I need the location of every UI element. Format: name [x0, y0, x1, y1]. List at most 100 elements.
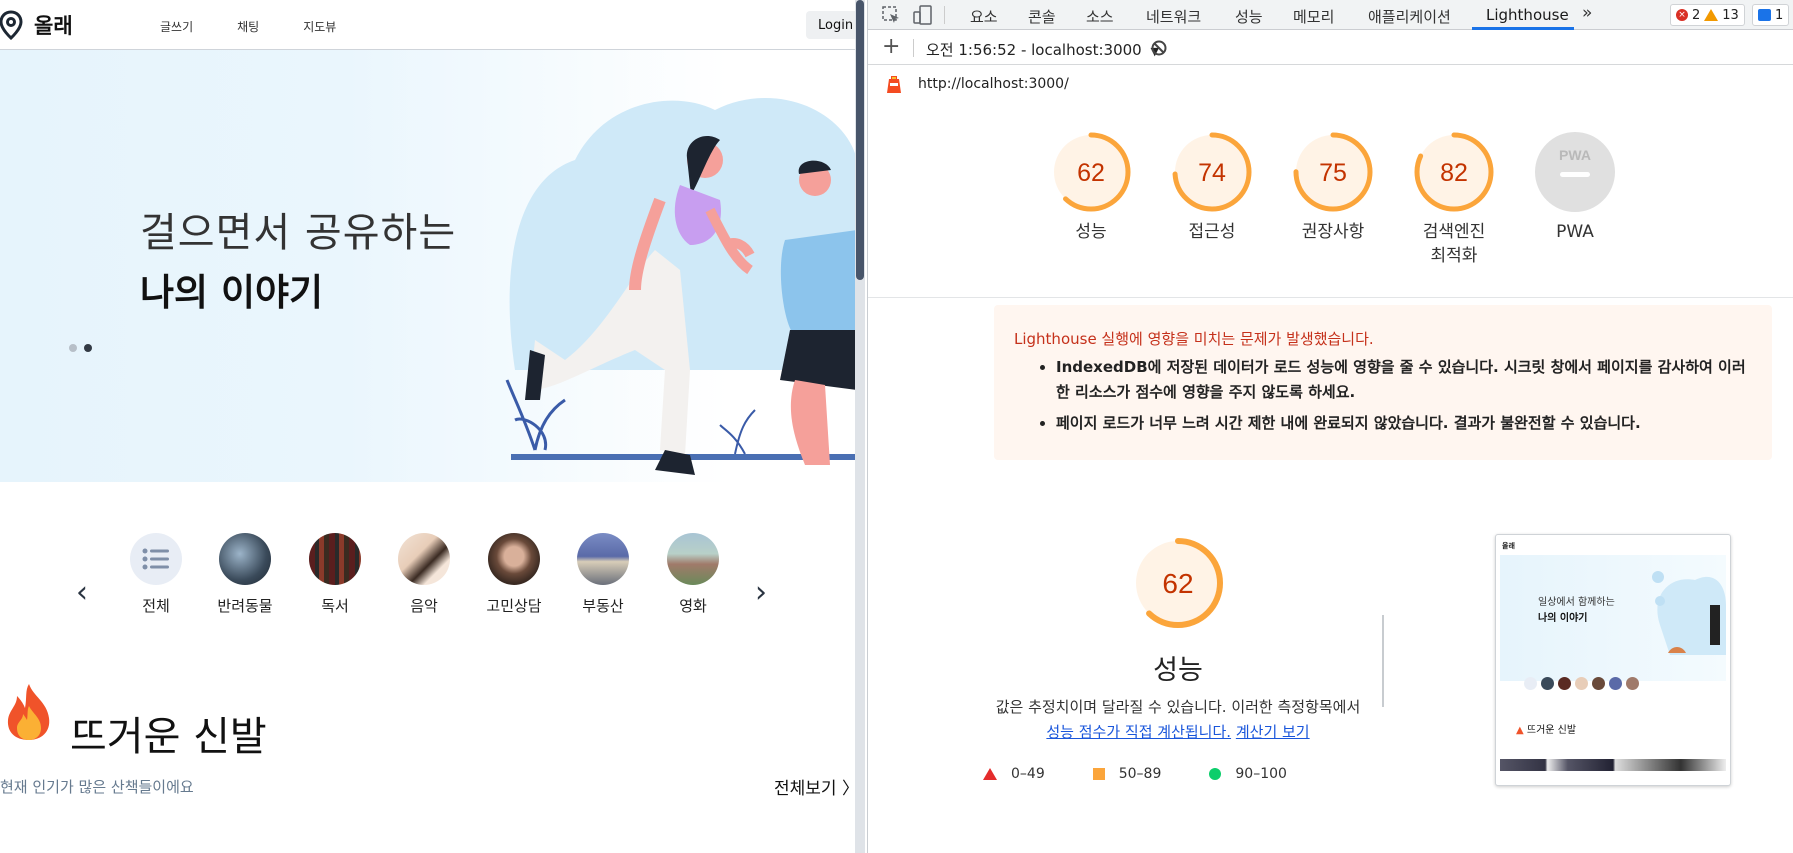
gauge-label: 성능	[1075, 222, 1107, 242]
chevron-right-icon[interactable]: ›	[755, 575, 767, 610]
category-movies[interactable]: 영화	[651, 533, 735, 616]
thumb-hot-title: ▲ 뜨거운 신발	[1516, 721, 1576, 736]
thumb-category	[1626, 677, 1639, 690]
carousel-dot[interactable]	[69, 344, 77, 352]
login-button[interactable]: Login	[806, 11, 857, 39]
gauge-pwa[interactable]: PWA PWA	[1515, 130, 1635, 244]
list-icon	[130, 533, 182, 585]
messages-badge[interactable]: 1	[1752, 4, 1790, 26]
tab-elements[interactable]: 요소	[970, 6, 998, 27]
score-gauges: 62 성능 74 접근성 75 권장사항 82 검색엔진 최적화 PWA PWA	[868, 103, 1793, 298]
calculator-link[interactable]: 계산기 보기	[1236, 723, 1310, 741]
circle-icon	[1209, 768, 1222, 780]
app-scrollbar[interactable]	[855, 0, 865, 853]
tab-console[interactable]: 콘솔	[1028, 6, 1056, 27]
thumb-logo: 올래	[1502, 542, 1515, 550]
triangle-icon	[983, 768, 997, 780]
hero-title-line2: 나의 이야기	[140, 271, 324, 314]
report-selector-label: 오전 1:56:52 - localhost:3000	[926, 41, 1142, 59]
app-viewport: 올래 글쓰기 채팅 지도뷰 Login 걸으면서 공유하는 나의 이야기 ‹ 전…	[0, 0, 857, 853]
nav-write[interactable]: 글쓰기	[160, 18, 193, 35]
gauge-label: 권장사항	[1301, 222, 1365, 242]
warning-item: IndexedDB에 저장된 데이터가 로드 성능에 영향을 줄 수 있습니다.…	[1056, 355, 1756, 405]
scrollbar-thumb[interactable]	[856, 0, 864, 280]
category-music[interactable]: 음악	[382, 533, 466, 616]
clear-reports-icon[interactable]	[1150, 39, 1168, 57]
error-icon: ×	[1676, 9, 1688, 21]
legend-average: 50–89	[1092, 766, 1161, 782]
device-toolbar-icon[interactable]	[912, 4, 934, 26]
lighthouse-icon	[887, 76, 901, 93]
category-label: 반려동물	[217, 597, 273, 615]
app-header: 올래 글쓰기 채팅 지도뷰 Login	[0, 0, 857, 50]
performance-description: 값은 추정치이며 달라질 수 있습니다. 이러한 측정항목에서 성능 점수가 직…	[928, 695, 1428, 745]
svg-text:PWA: PWA	[1559, 147, 1591, 163]
performance-gauge-large: 62	[1108, 535, 1248, 631]
gauge-best-practices[interactable]: 75 권장사항	[1273, 130, 1393, 244]
report-url[interactable]: http://localhost:3000/	[918, 76, 1069, 92]
logo[interactable]: 올래	[0, 10, 73, 40]
category-label: 부동산	[582, 597, 624, 615]
warnings-count: 13	[1722, 7, 1739, 23]
warning-item: 페이지 로드가 너무 느려 시간 제한 내에 완료되지 않았습니다. 결과가 불…	[1056, 411, 1756, 436]
more-tabs-button[interactable]: »	[1582, 3, 1592, 23]
svg-text:82: 82	[1440, 159, 1468, 187]
runtime-warning-box: Lighthouse 실행에 영향을 미치는 문제가 발생했습니다. Index…	[994, 305, 1772, 460]
nav-map[interactable]: 지도뷰	[303, 18, 336, 35]
score-ring: 82	[1414, 132, 1494, 212]
thumb-category	[1524, 677, 1537, 690]
fire-icon	[7, 684, 50, 740]
category-realestate[interactable]: 부동산	[561, 533, 645, 616]
tab-application[interactable]: 애플리케이션	[1368, 6, 1451, 27]
gauge-seo[interactable]: 82 검색엔진 최적화	[1394, 130, 1514, 268]
warning-list: IndexedDB에 저장된 데이터가 로드 성능에 영향을 줄 수 있습니다.…	[1056, 355, 1756, 442]
carousel-dot-active[interactable]	[84, 344, 92, 352]
legend-pass: 90–100	[1209, 766, 1287, 782]
thumb-hero-line1: 일상에서 함께하는	[1538, 597, 1615, 608]
category-all[interactable]: 전체	[114, 533, 198, 616]
tab-performance[interactable]: 성능	[1235, 6, 1263, 27]
score-legend: 0–49 50–89 90–100	[983, 766, 1383, 782]
errors-count: 2	[1692, 7, 1701, 23]
new-report-button[interactable]: +	[882, 34, 900, 59]
tab-memory[interactable]: 메모리	[1293, 6, 1334, 27]
gauge-performance[interactable]: 62 성능	[1031, 130, 1151, 244]
carousel-dots	[69, 344, 92, 352]
report-selector[interactable]: 오전 1:56:52 - localhost:3000 ▼	[926, 39, 1159, 60]
hero-banner: 걸으면서 공유하는 나의 이야기	[0, 50, 857, 482]
thumb-hero	[1500, 555, 1726, 681]
legend-fail: 0–49	[983, 766, 1045, 782]
map-pin-icon	[0, 10, 23, 40]
tab-network[interactable]: 네트워크	[1146, 6, 1201, 27]
category-label: 전체	[142, 597, 170, 615]
chevron-left-icon[interactable]: ‹	[76, 575, 88, 610]
devtools-tabbar: 요소 콘솔 소스 네트워크 성능 메모리 애플리케이션 Lighthouse »…	[868, 0, 1793, 30]
category-advice[interactable]: 고민상담	[472, 533, 556, 616]
tab-sources[interactable]: 소스	[1086, 6, 1114, 27]
thumb-walk-images	[1500, 759, 1726, 771]
section-divider	[1382, 615, 1384, 707]
category-image	[488, 533, 540, 585]
nav-chat[interactable]: 채팅	[237, 18, 259, 35]
final-screenshot-thumbnail[interactable]: 올래 일상에서 함께하는 나의 이야기 ▲ 뜨거운 신발	[1495, 534, 1731, 786]
score-calc-link[interactable]: 성능 점수가 직접 계산됩니다.	[1046, 723, 1231, 741]
hot-section-title: 뜨거운 신발	[70, 714, 267, 760]
thumb-hot-text: 뜨거운 신발	[1526, 725, 1577, 736]
category-label: 고민상담	[486, 597, 542, 615]
errors-badge[interactable]: × 2 13	[1670, 4, 1745, 26]
legend-label: 90–100	[1235, 766, 1287, 782]
gauge-label: 검색엔진 최적화	[1422, 222, 1486, 266]
category-image	[667, 533, 719, 585]
tab-lighthouse[interactable]: Lighthouse	[1486, 6, 1569, 24]
category-pets[interactable]: 반려동물	[203, 533, 287, 616]
score-ring: 74	[1172, 132, 1252, 212]
legend-label: 0–49	[1011, 766, 1045, 782]
category-reading[interactable]: 독서	[293, 533, 377, 616]
svg-text:74: 74	[1198, 159, 1226, 187]
warning-icon	[1704, 9, 1719, 21]
gauge-accessibility[interactable]: 74 접근성	[1152, 130, 1272, 244]
inspect-element-icon[interactable]	[880, 4, 902, 26]
category-image	[577, 533, 629, 585]
category-image	[219, 533, 271, 585]
view-all-link[interactable]: 전체보기 〉	[774, 774, 857, 799]
